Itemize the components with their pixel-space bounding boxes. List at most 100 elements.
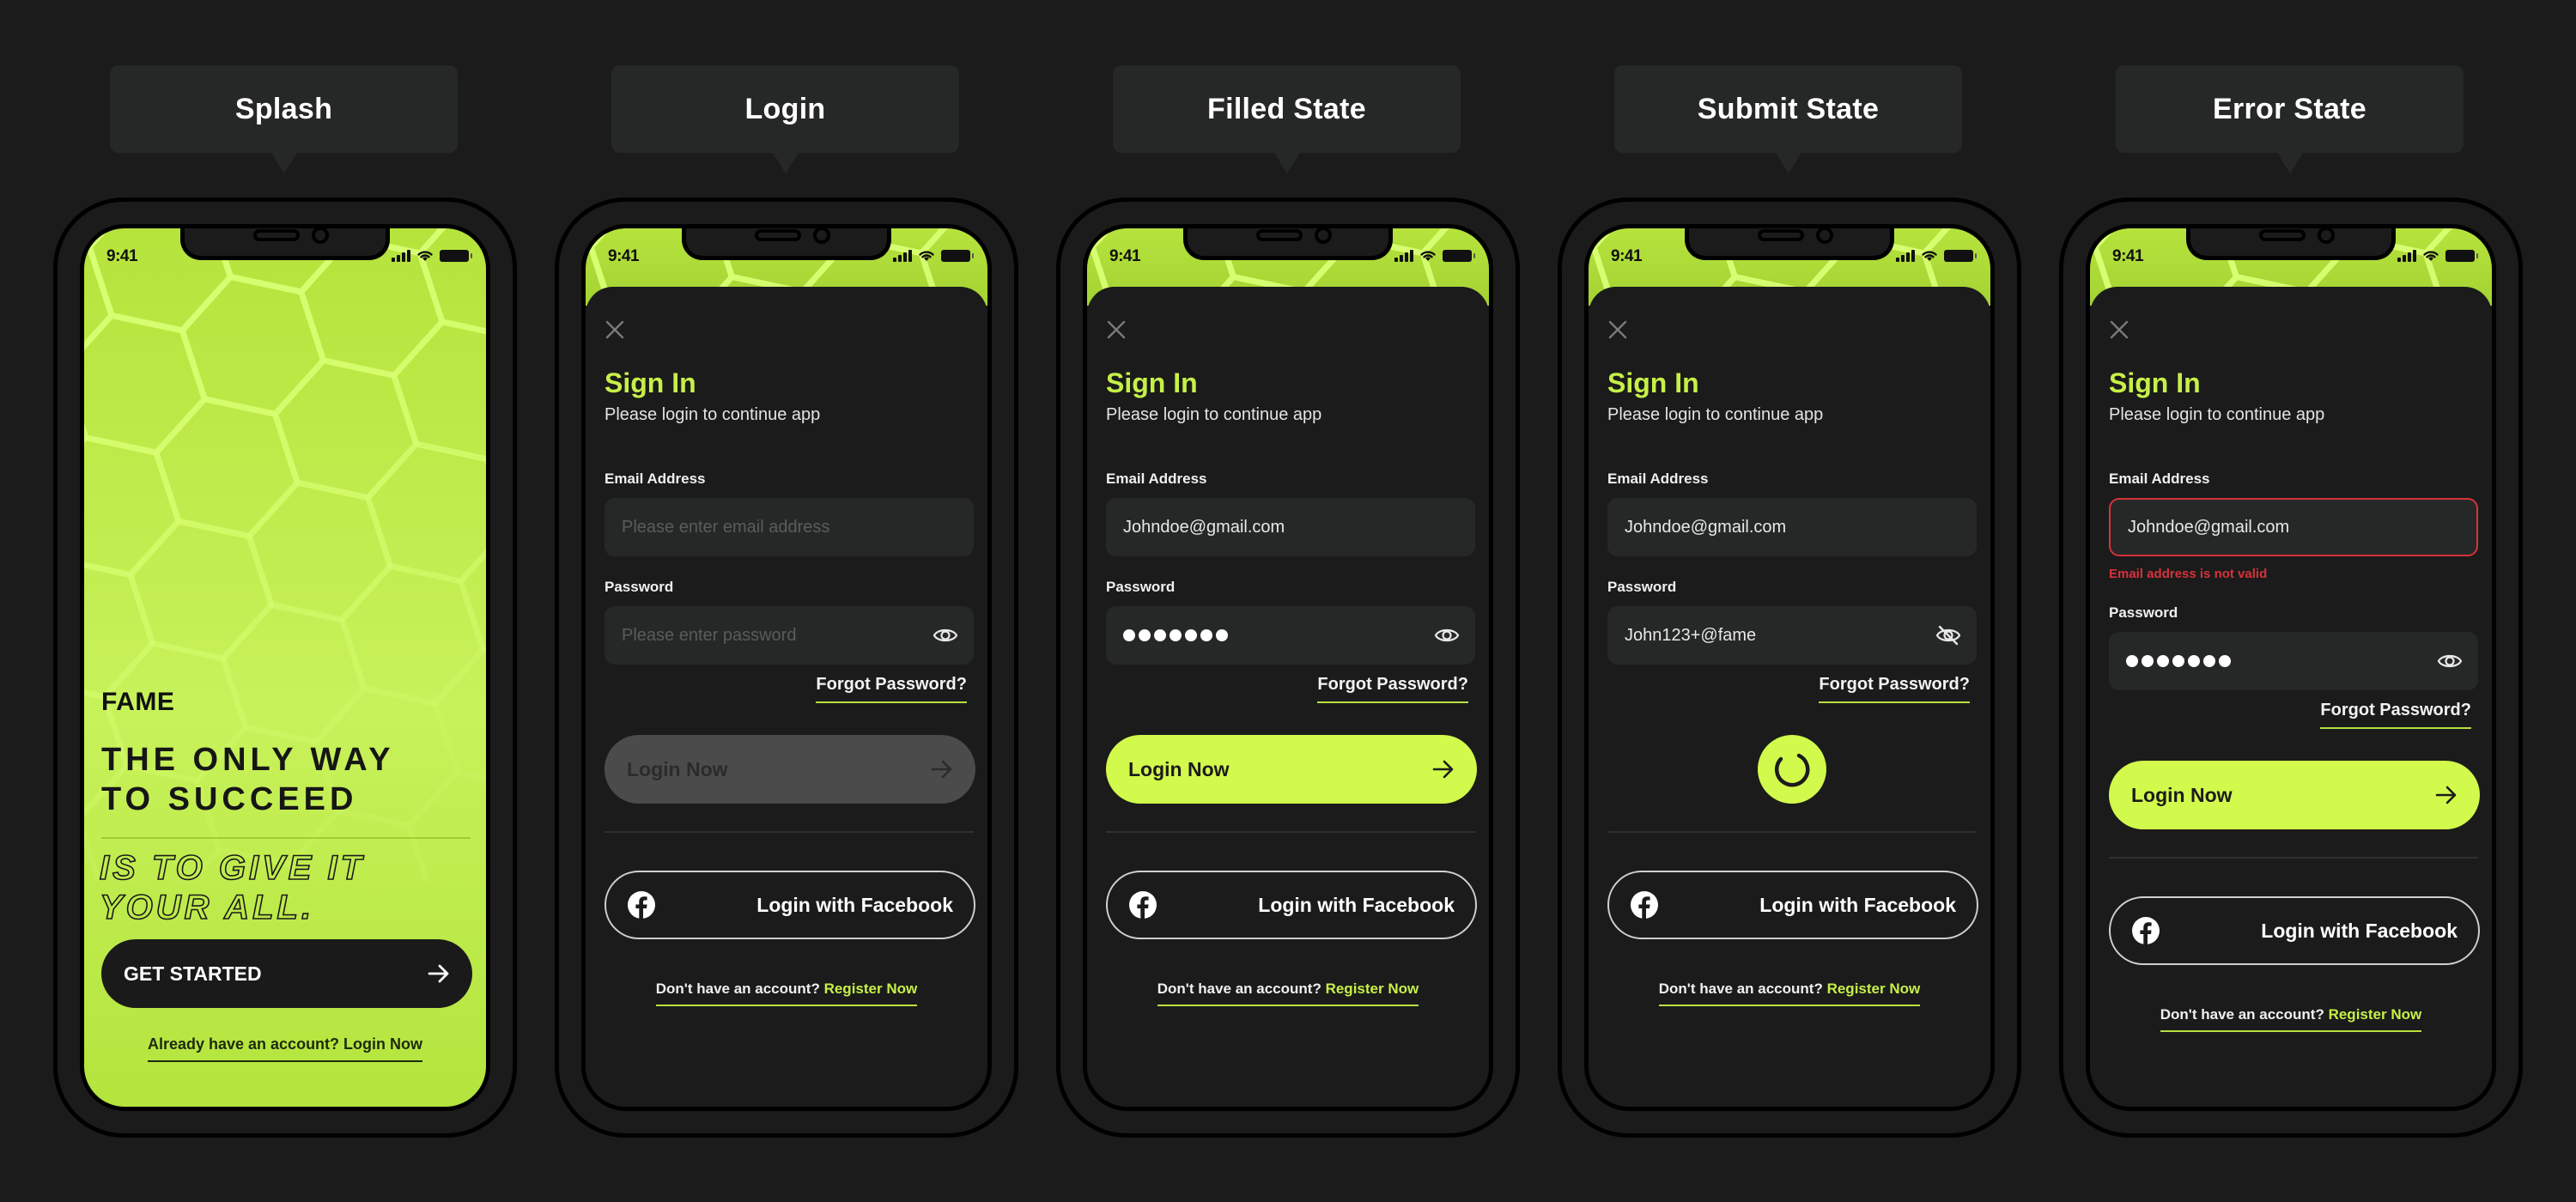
register-now-link[interactable]: Register Now [824,980,918,997]
screen-splash: Splash 9:41 FAME THE ONLY WAY TO SUCCEED [53,0,517,1202]
label-pointer [1274,153,1300,173]
login-now-button[interactable]: Login Now [605,735,975,804]
status-time: 9:41 [106,247,138,265]
email-field[interactable]: Johndoe@gmail.com [2109,498,2478,556]
eye-off-icon[interactable] [1935,625,1961,646]
divider [1607,831,1977,833]
eye-icon[interactable] [2437,651,2463,671]
facebook-icon [1631,891,1658,920]
status-bar: 9:41 [84,247,486,273]
login-now-button[interactable]: Login Now [2109,761,2480,829]
login-prompt-row: Already have an account? Login Now [84,1035,486,1062]
phone-frame: 9:41 FAME THE ONLY WAY TO SUCCEED IS TO … [53,197,517,1138]
arrow-right-icon [428,964,449,983]
headline: THE ONLY WAY TO SUCCEED [101,740,395,819]
password-label: Password [1607,579,1677,595]
screen-label-text: Error State [2212,92,2367,125]
password-label: Password [1106,579,1176,595]
status-time: 9:41 [1109,247,1141,265]
page-subtitle: Please login to continue app [2109,405,2325,424]
eye-icon[interactable] [1434,625,1460,646]
login-now-label: Login Now [2131,783,2233,806]
status-time: 9:41 [2112,247,2144,265]
password-label: Password [2109,604,2178,621]
wifi-icon [1420,251,1436,261]
camera [1816,228,1833,244]
status-time: 9:41 [608,247,640,265]
wifi-icon [417,251,433,261]
forgot-password-link[interactable]: Forgot Password? [1317,675,1468,703]
password-field[interactable]: John123+@fame [1607,606,1977,665]
facebook-login-label: Login with Facebook [2261,919,2458,942]
password-dot [2142,655,2154,667]
login-now-link[interactable]: Already have an account? Login Now [147,1035,423,1062]
facebook-login-button[interactable]: Login with Facebook [1106,871,1477,939]
battery-icon [1944,249,1977,262]
password-dot [1185,629,1197,641]
facebook-login-button[interactable]: Login with Facebook [2109,896,2480,965]
login-now-label: Login Now [627,757,728,780]
status-icons [392,249,472,262]
close-icon[interactable] [1106,319,1127,340]
password-field[interactable] [2109,632,2478,690]
status-icons [893,249,974,262]
screen-submit-state: Submit State 9:41 Sign In Please login t… [1558,0,2021,1202]
register-prompt-row: Don't have an account? Register Now [1589,980,1990,1006]
phone-frame: 9:41 Sign In Please login to continue ap… [2059,197,2523,1138]
screen-label-text: Splash [234,92,333,125]
register-prompt-row: Don't have an account? Register Now [1087,980,1489,1006]
signal-icon [1896,249,1915,262]
arrow-right-icon [1432,760,1454,779]
get-started-label: GET STARTED [124,962,262,985]
screen-filled-state: Filled State 9:41 Sign In Please login t… [1056,0,1520,1202]
forgot-password-link[interactable]: Forgot Password? [2320,701,2471,729]
register-now-link[interactable]: Register Now [1326,980,1419,997]
battery-icon [2445,249,2478,262]
page-subtitle: Please login to continue app [1607,405,1824,424]
label-pointer [1776,153,1801,173]
get-started-button[interactable]: GET STARTED [101,939,472,1008]
register-question: Don't have an account? [1658,980,1823,997]
battery-icon [440,249,472,262]
signal-icon [1394,249,1413,262]
hexagon-cell [483,402,486,546]
forgot-password-link[interactable]: Forgot Password? [816,675,967,703]
loading-spinner [1758,735,1826,804]
facebook-login-button[interactable]: Login with Facebook [1607,871,1978,939]
close-icon[interactable] [2109,319,2129,340]
email-error-message: Email address is not valid [2109,567,2268,581]
tagline-line: IS TO GIVE IT [99,848,366,888]
close-icon[interactable] [1607,319,1628,340]
page-title: Sign In [1106,367,1198,398]
signal-icon [2397,249,2416,262]
password-dot [1200,629,1212,641]
speaker [1758,229,1804,241]
speaker [2259,229,2306,241]
facebook-icon [1129,891,1157,920]
signal-icon [392,249,410,262]
hexagon-cell [458,525,486,668]
password-dot [1123,629,1135,641]
password-label: Password [605,579,674,595]
phone-screen: 9:41 Sign In Please login to continue ap… [581,224,992,1111]
password-field[interactable]: Please enter password [605,606,974,665]
battery-icon [1443,249,1475,262]
login-now-button[interactable]: Login Now [1106,735,1477,804]
close-icon[interactable] [605,319,625,340]
eye-icon[interactable] [933,625,958,646]
email-field[interactable]: Please enter email address [605,498,974,556]
facebook-login-button[interactable]: Login with Facebook [605,871,975,939]
speaker [1256,229,1303,241]
password-field[interactable] [1106,606,1475,665]
divider [1106,831,1475,833]
facebook-icon [2132,917,2160,945]
email-field[interactable]: Johndoe@gmail.com [1106,498,1475,556]
forgot-password-link[interactable]: Forgot Password? [1819,675,1970,703]
spinner-icon [1774,753,1810,787]
register-now-link[interactable]: Register Now [2329,1006,2422,1023]
email-field[interactable]: Johndoe@gmail.com [1607,498,1977,556]
password-dot [2219,655,2231,667]
register-now-link[interactable]: Register Now [1827,980,1921,997]
signal-icon [893,249,912,262]
facebook-icon [628,891,655,920]
